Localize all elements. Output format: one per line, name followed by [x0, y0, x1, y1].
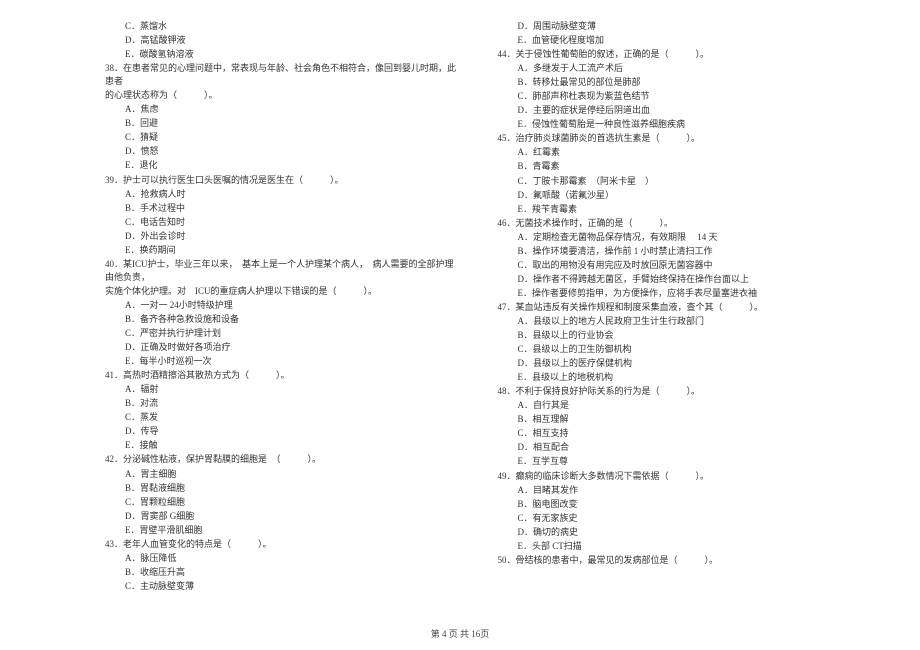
answer-option: D．愤怒	[105, 145, 458, 158]
question-text: 50．骨结核的患者中，最常见的发病部位是（ ）。	[498, 554, 851, 567]
answer-option: C．县级以上的卫生防御机构	[498, 343, 851, 356]
answer-option: B．胃黏液细胞	[105, 482, 458, 495]
right-column: D．周围动脉壁变薄E．血管硬化程度增加44．关于侵蚀性葡萄胎的叙述，正确的是（ …	[498, 20, 851, 593]
question-text: 41．高热时酒精擦浴其散热方式为（ ）。	[105, 369, 458, 382]
question-text: 43．老年人血管变化的特点是（ ）。	[105, 538, 458, 551]
answer-option: C．主动脉壁变薄	[105, 580, 458, 593]
answer-option: C．严密并执行护理计划	[105, 327, 458, 340]
answer-option: C．取出的用物没有用完应及时放回原无菌容器中	[498, 259, 851, 272]
answer-option: C．蒸发	[105, 411, 458, 424]
answer-option: B．县级以上的行业协会	[498, 329, 851, 342]
answer-option: E．操作者要修剪指甲，为方便操作，应将手表尽量塞进衣袖	[498, 287, 851, 300]
answer-option: E．退化	[105, 159, 458, 172]
question-text: 39．护士可以执行医生口头医嘱的情况是医生在（ ）。	[105, 174, 458, 187]
answer-option: A．自行其是	[498, 399, 851, 412]
question-text: 实施个体化护理。对 ICU的重症病人护理以下错误的是（ ）。	[105, 285, 458, 298]
answer-option: D．外出会诊时	[105, 230, 458, 243]
answer-option: E．县级以上的地税机构	[498, 371, 851, 384]
answer-option: E．胃壁平滑肌细胞	[105, 524, 458, 537]
question-text: 44．关于侵蚀性葡萄胎的叙述，正确的是（ ）。	[498, 48, 851, 61]
answer-option: D．正确及时做好各项治疗	[105, 341, 458, 354]
answer-option: D．传导	[105, 425, 458, 438]
answer-option: E．头部 CT扫描	[498, 540, 851, 553]
answer-option: E．侵蚀性葡萄胎是一种良性滋养细胞疾病	[498, 118, 851, 131]
answer-option: C．相互支持	[498, 427, 851, 440]
answer-option: D．氟哌酸（诺氟沙星）	[498, 189, 851, 202]
answer-option: B．青霉素	[498, 160, 851, 173]
answer-option: E．碳酸氢钠溶液	[105, 48, 458, 61]
answer-option: D．确切的病史	[498, 526, 851, 539]
page-footer: 第 4 页 共 16页	[0, 627, 920, 640]
question-text: 45．治疗肺炎球菌肺炎的首选抗生素是（ ）。	[498, 132, 851, 145]
question-text: 的心理状态称为（ ）。	[105, 89, 458, 102]
answer-option: A．抢救病人时	[105, 188, 458, 201]
answer-option: C．猜疑	[105, 131, 458, 144]
page-content: C．蒸馏水D．高锰酸钾液E．碳酸氢钠溶液38．在患者常见的心理问题中，常表现与年…	[0, 0, 920, 633]
answer-option: E．换药期间	[105, 244, 458, 257]
answer-option: C．肺部声称杜表现为紫蓝色结节	[498, 90, 851, 103]
answer-option: B．转移灶最常见的部位是肺部	[498, 76, 851, 89]
answer-option: A．一对一 24小时特级护理	[105, 299, 458, 312]
answer-option: A．焦虑	[105, 103, 458, 116]
answer-option: E．羧苄青霉素	[498, 203, 851, 216]
question-text: 40．某ICU护士，毕业三年以来， 基本上是一个人护理某个病人， 病人需要的全部…	[105, 258, 458, 284]
answer-option: C．丁胺卡那霉素 （阿米卡星 ）	[498, 175, 851, 188]
answer-option: B．手术过程中	[105, 202, 458, 215]
answer-option: C．电话告知时	[105, 216, 458, 229]
answer-option: B．备齐各种急救设施和设备	[105, 313, 458, 326]
answer-option: A．县级以上的地方人民政府卫生计生行政部门	[498, 315, 851, 328]
answer-option: B．对流	[105, 397, 458, 410]
answer-option: E．接触	[105, 439, 458, 452]
answer-option: A．定期检查无菌物品保存情况，有效期限 14 天	[498, 231, 851, 244]
answer-option: E．血管硬化程度增加	[498, 34, 851, 47]
answer-option: A．目睹其发作	[498, 484, 851, 497]
question-text: 49．癫痫的临床诊断大多数情况下需依据（ ）。	[498, 470, 851, 483]
answer-option: D．相互配合	[498, 441, 851, 454]
answer-option: A．脉压降低	[105, 552, 458, 565]
left-column: C．蒸馏水D．高锰酸钾液E．碳酸氢钠溶液38．在患者常见的心理问题中，常表现与年…	[105, 20, 458, 593]
answer-option: C．有无家族史	[498, 512, 851, 525]
answer-option: D．操作者不得跨越无菌区，手臂始终保持在操作台面以上	[498, 273, 851, 286]
answer-option: B．相互理解	[498, 413, 851, 426]
answer-option: D．主要的症状是停经后阴道出血	[498, 104, 851, 117]
question-text: 42．分泌碱性粘液，保护胃黏膜的细胞是 （ ）。	[105, 453, 458, 466]
question-text: 46．无菌技术操作时，正确的是（ ）。	[498, 217, 851, 230]
answer-option: E．每半小时巡视一次	[105, 355, 458, 368]
answer-option: D．县级以上的医疗保健机构	[498, 357, 851, 370]
answer-option: E．互学互尊	[498, 455, 851, 468]
answer-option: B．脑电图改变	[498, 498, 851, 511]
answer-option: D．高锰酸钾液	[105, 34, 458, 47]
question-text: 48．不利于保持良好护际关系的行为是（ ）。	[498, 385, 851, 398]
question-text: 38．在患者常见的心理问题中，常表现与年龄、社会角色不相符合，像回到婴儿时期，此…	[105, 62, 458, 88]
answer-option: C．蒸馏水	[105, 20, 458, 33]
answer-option: A．多继发于人工流产术后	[498, 62, 851, 75]
answer-option: A．红霉素	[498, 146, 851, 159]
answer-option: D．胃窦部 G细胞	[105, 510, 458, 523]
answer-option: A．辐射	[105, 383, 458, 396]
answer-option: C．胃颗粒细胞	[105, 496, 458, 509]
answer-option: A．胃主细胞	[105, 468, 458, 481]
answer-option: D．周围动脉壁变薄	[498, 20, 851, 33]
answer-option: B．回避	[105, 117, 458, 130]
answer-option: B．操作环境要清洁，操作前 1 小时禁止清扫工作	[498, 245, 851, 258]
question-text: 47．某血站违反有关操作规程和制度采集血液，查个其（ ）。	[498, 301, 851, 314]
answer-option: B．收缩压升高	[105, 566, 458, 579]
